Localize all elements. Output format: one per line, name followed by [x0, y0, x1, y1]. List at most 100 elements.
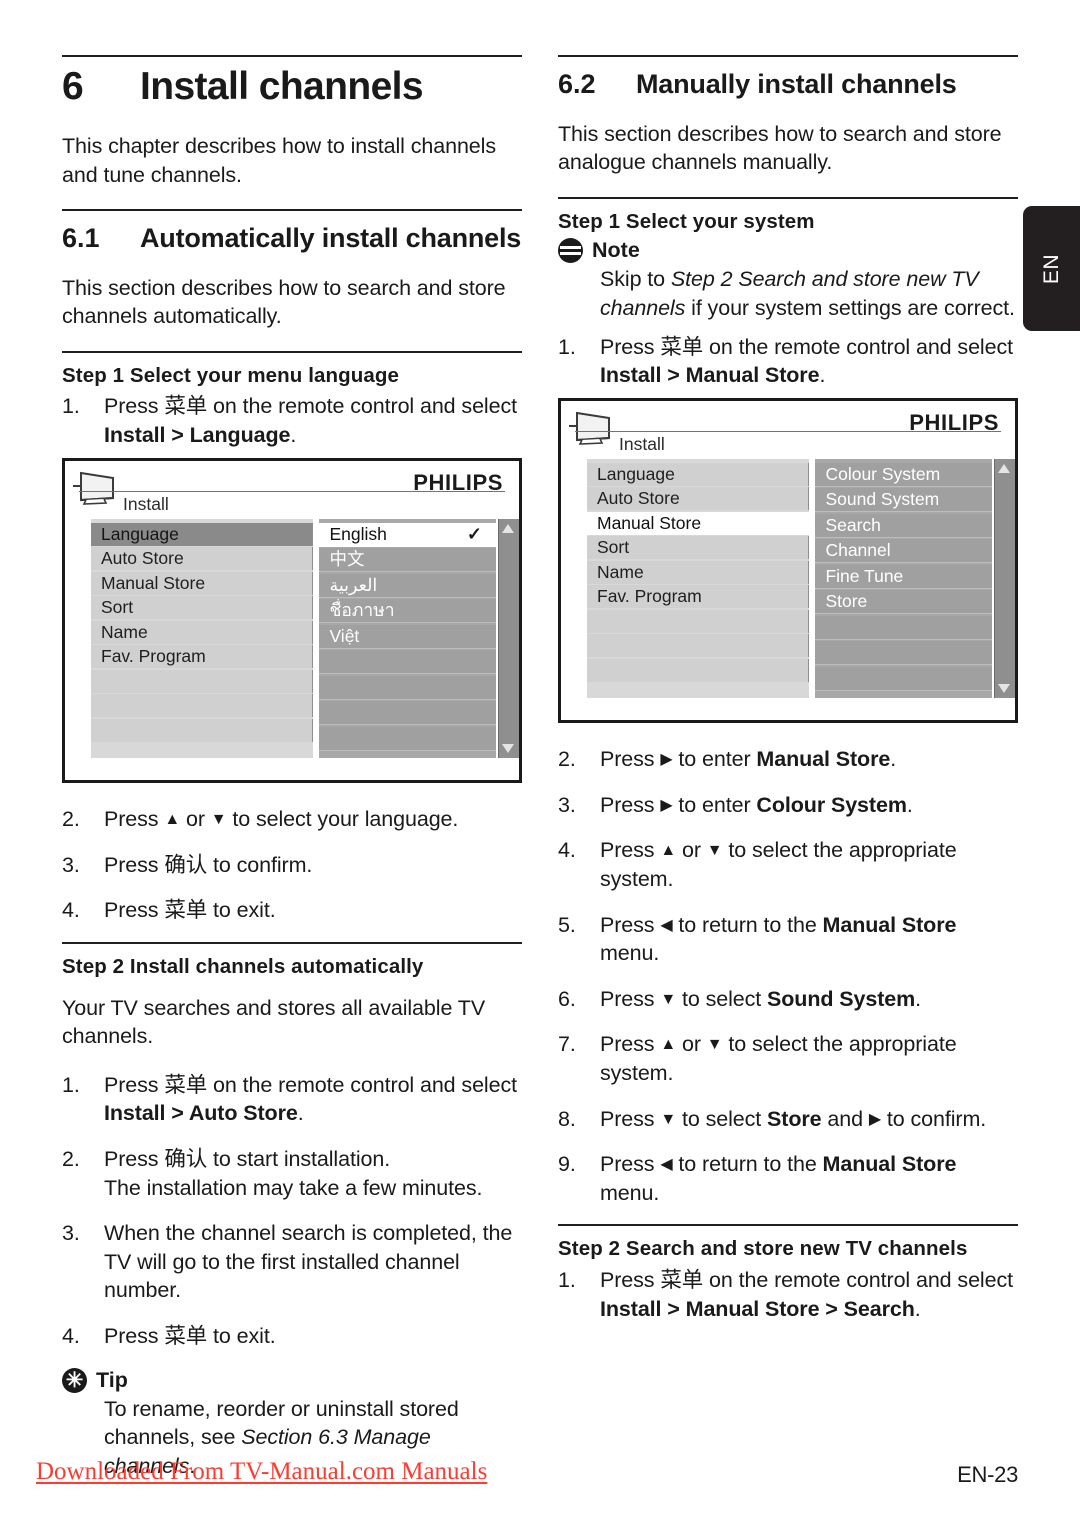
list-item: 5. Press ◀ to return to the Manual Store… — [558, 911, 1018, 968]
scroll-up-icon[interactable] — [998, 463, 1010, 473]
right-column: 6.2 Manually install channels This secti… — [558, 55, 1018, 1331]
list-item: 2. Press ▶ to enter Manual Store. — [558, 745, 1018, 774]
list-item: 3. Press ▶ to enter Colour System. — [558, 791, 1018, 820]
step-text: Press 菜单 on the remote control and selec… — [104, 1071, 522, 1128]
step2-heading-left: Step 2 Install channels automatically — [62, 954, 424, 978]
tv-menu-option[interactable]: Store — [815, 590, 992, 615]
tv-menu-screenshot-language: Install PHILIPS Language Auto Store Manu… — [62, 457, 522, 784]
tv-menu-footer — [561, 698, 1015, 721]
tv-menu-item-empty — [587, 609, 810, 633]
tv-menu-option[interactable]: English ✓ — [319, 522, 496, 547]
step-text-mid: to select — [676, 986, 768, 1011]
arrow-right-icon: ▶ — [660, 796, 673, 814]
tv-menu-item[interactable]: Fav. Program — [91, 645, 314, 669]
tv-menu-item[interactable]: Language — [587, 462, 810, 486]
step2-heading-right: Step 2 Search and store new TV channels — [558, 1237, 968, 1261]
divider — [558, 1224, 1018, 1227]
step-text-pre: Press — [104, 394, 165, 419]
tv-menu-scrollbar[interactable] — [994, 458, 1015, 699]
tv-menu-option[interactable]: ชื่อภาษา — [319, 599, 496, 624]
chapter-number: 6 — [62, 65, 84, 108]
tv-menu-option[interactable]: Fine Tune — [815, 564, 992, 589]
step-text-pre: Press — [600, 1267, 661, 1292]
note-callout-header: Note — [558, 238, 1018, 264]
tv-menu-option[interactable]: 中文 — [319, 548, 496, 573]
list-item: 1. Press 菜单 on the remote control and se… — [62, 392, 522, 449]
tv-menu-item[interactable]: Fav. Program — [587, 585, 810, 609]
step-text: Press 确认 to confirm. — [104, 851, 522, 880]
note-body-plain: Skip to — [600, 267, 671, 292]
remote-key-label: 确认 — [164, 852, 208, 877]
language-side-tab-label: EN — [1039, 253, 1063, 284]
section-61-heading: 6.1 Automatically install channels — [62, 221, 522, 256]
scroll-down-icon[interactable] — [502, 744, 514, 754]
tip-title: Tip — [96, 1367, 128, 1392]
remote-key-label: 菜单 — [660, 1267, 704, 1292]
step1-heading-right: Step 1 Select your system — [558, 209, 815, 233]
tv-menu-item-empty — [587, 634, 810, 658]
tv-icon — [73, 471, 114, 505]
tv-menu-item-empty — [91, 694, 314, 718]
step1-list-left: 1. Press 菜单 on the remote control and se… — [62, 392, 522, 449]
section-61-number: 6.1 — [62, 223, 100, 254]
tv-menu-item[interactable]: Sort — [587, 536, 810, 560]
step-text: Press 菜单 to exit. — [104, 896, 522, 925]
list-item: 2. Press 确认 to start installation. The in… — [62, 1145, 522, 1202]
tv-menu-item[interactable]: Manual Store — [587, 511, 810, 535]
menu-name: Manual Store — [822, 912, 957, 937]
tv-menu-option[interactable]: العربية — [319, 573, 496, 598]
tv-menu-scrollbar[interactable] — [498, 518, 519, 759]
step-number: 2. — [62, 1146, 80, 1171]
step-text-mid: to return to the — [672, 1152, 823, 1177]
tv-menu-item[interactable]: Name — [91, 620, 314, 644]
tv-menu-option[interactable]: Việt — [319, 624, 496, 649]
tv-menu-option-empty — [319, 650, 496, 675]
step-text-pre: Press — [104, 852, 165, 877]
step-text: Press ▶ to enter Colour System. — [600, 791, 1018, 820]
tv-menu-option[interactable]: Channel — [815, 539, 992, 564]
tv-menu-item[interactable]: Sort — [91, 596, 314, 620]
tv-menu-option[interactable]: Sound System — [815, 488, 992, 513]
step-number: 3. — [62, 852, 80, 877]
menu-name: Manual Store — [822, 1152, 957, 1177]
note-title: Note — [592, 238, 640, 263]
divider — [558, 55, 1018, 57]
tv-menu-option[interactable]: Search — [815, 513, 992, 538]
tv-menu-option[interactable]: Colour System — [815, 462, 992, 487]
note-body-end: if your system settings are correct. — [685, 295, 1015, 320]
tv-menu-option-empty — [815, 615, 992, 640]
tv-menu-item[interactable]: Name — [587, 560, 810, 584]
scroll-up-icon[interactable] — [502, 523, 514, 533]
scroll-down-icon[interactable] — [998, 684, 1010, 694]
section-62-number: 6.2 — [558, 69, 596, 99]
tv-menu-footer — [65, 758, 519, 781]
left-column: 6 Install channels This chapter describe… — [62, 55, 522, 1488]
step-text: Press ▼ to select Sound System. — [600, 985, 1018, 1014]
section-61-intro: This section describes how to search and… — [62, 275, 506, 329]
step-text: Press ▲ or ▼ to select your language. — [104, 805, 522, 834]
list-item: 4. Press 菜单 to exit. — [62, 1322, 522, 1351]
section-62-intro: This section describes how to search and… — [558, 121, 1002, 175]
tv-menu-header: Install PHILIPS — [65, 460, 519, 519]
step-text-pre: Press — [600, 1106, 661, 1131]
step-text-pre: Press — [104, 1146, 165, 1171]
download-source-link[interactable]: Downloaded From TV-Manual.com Manuals — [36, 1458, 487, 1486]
step-text-pre: Press — [600, 1032, 661, 1057]
step-text-post: to confirm. — [207, 852, 313, 877]
list-item: 3. When the channel search is completed,… — [62, 1219, 522, 1305]
tv-menu-item-empty — [91, 669, 314, 693]
step-number: 1. — [62, 1072, 80, 1097]
tv-menu-item[interactable]: Auto Store — [91, 547, 314, 571]
tv-menu-item[interactable]: Language — [91, 522, 314, 546]
step-number: 4. — [558, 838, 576, 863]
tv-menu-item[interactable]: Manual Store — [91, 571, 314, 595]
step-text: Press 菜单 on the remote control and selec… — [600, 333, 1018, 390]
chapter-title: Install channels — [140, 65, 424, 108]
chapter-intro: This chapter describes how to install ch… — [62, 133, 496, 187]
step-text-mid: to enter — [672, 792, 757, 817]
step2-intro-left: Your TV searches and stores all availabl… — [62, 995, 486, 1049]
step-text-post: . — [915, 986, 922, 1011]
tv-menu-item[interactable]: Auto Store — [587, 487, 810, 511]
step-text-pre: Press — [600, 334, 661, 359]
step-text: Press 确认 to start installation. The insta… — [104, 1145, 522, 1202]
